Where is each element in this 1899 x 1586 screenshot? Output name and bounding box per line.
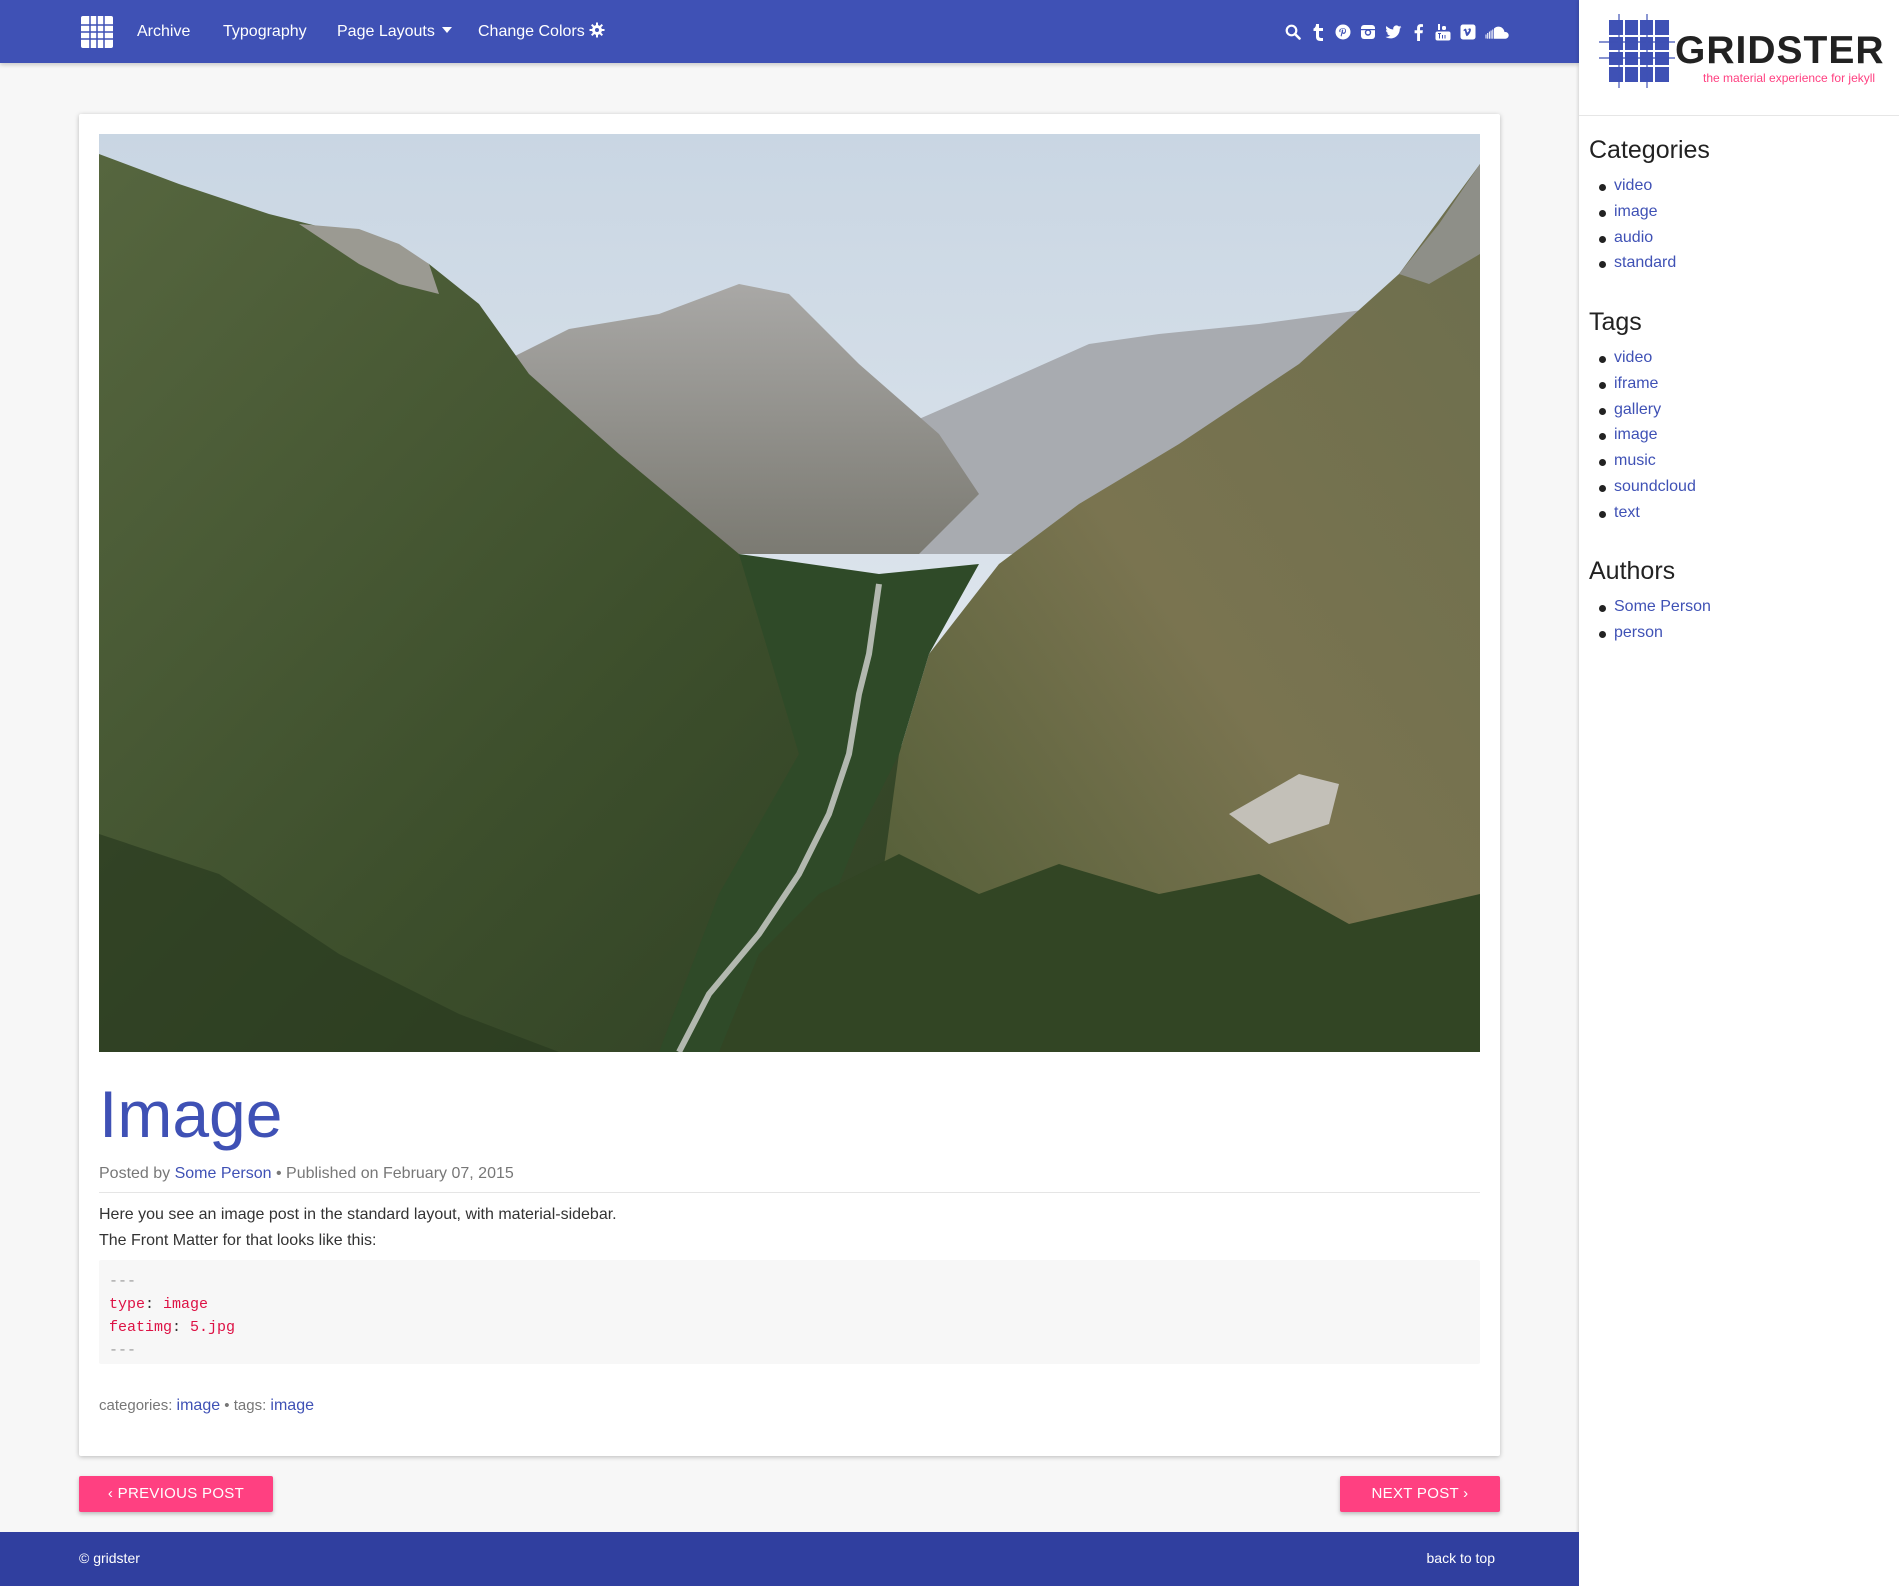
post-tag-link[interactable]: image xyxy=(270,1397,314,1414)
body-paragraph: The Front Matter for that looks like thi… xyxy=(99,1232,377,1249)
list-item: standard xyxy=(1599,250,1710,276)
gridster-logo-icon xyxy=(1599,14,1675,88)
grid-logo-icon[interactable] xyxy=(79,14,115,50)
brand-tagline: the material experience for jekyll xyxy=(1703,71,1876,85)
meta-divider xyxy=(99,1192,1480,1193)
featured-image xyxy=(99,134,1480,1052)
categories-list: video image audio standard xyxy=(1589,173,1710,276)
caret-down-icon xyxy=(441,27,452,33)
authors-heading: Authors xyxy=(1589,557,1676,585)
nav-archive-link[interactable]: Archive xyxy=(137,22,190,42)
gear-icon xyxy=(589,22,605,38)
youtube-icon[interactable] xyxy=(1434,23,1452,41)
code-value: image xyxy=(163,1296,209,1313)
tag-link-gallery[interactable]: gallery xyxy=(1614,401,1661,418)
page-footer: © gridster back to top xyxy=(0,1532,1579,1586)
list-item: audio xyxy=(1599,225,1710,251)
category-link-image[interactable]: image xyxy=(1614,203,1658,220)
nav-page-layouts-dropdown[interactable]: Page Layouts xyxy=(337,22,452,42)
tag-link-video[interactable]: video xyxy=(1614,349,1652,366)
list-item: Some Person xyxy=(1599,594,1711,620)
brand-logo[interactable]: GRIDSTER the material experience for jek… xyxy=(1599,14,1884,88)
post-title: Image xyxy=(99,1077,283,1151)
categories-heading: Categories xyxy=(1589,136,1710,164)
post-category-link[interactable]: image xyxy=(177,1397,221,1414)
tags-heading: Tags xyxy=(1589,308,1642,336)
list-item: gallery xyxy=(1599,397,1696,423)
previous-post-button[interactable]: ‹ PREVIOUS POST xyxy=(79,1476,273,1512)
next-post-button[interactable]: NEXT POST › xyxy=(1340,1476,1500,1512)
facebook-icon[interactable] xyxy=(1409,23,1427,41)
tags-section: Tags video iframe gallery image music so… xyxy=(1589,307,1696,526)
list-item: video xyxy=(1599,173,1710,199)
nav-change-colors-label: Change Colors xyxy=(478,23,585,40)
tags-label: • tags: xyxy=(224,1397,267,1414)
nav-change-colors-link[interactable]: Change Colors xyxy=(478,22,605,42)
category-link-standard[interactable]: standard xyxy=(1614,254,1676,271)
post-meta: Posted by Some Person • Published on Feb… xyxy=(99,1165,514,1183)
code-line: --- xyxy=(109,1342,137,1359)
tag-link-iframe[interactable]: iframe xyxy=(1614,375,1658,392)
right-sidebar: GRIDSTER the material experience for jek… xyxy=(1579,0,1899,1586)
tumblr-icon[interactable] xyxy=(1309,23,1327,41)
search-icon[interactable] xyxy=(1284,23,1302,41)
author-link[interactable]: Some Person xyxy=(175,1165,272,1182)
tag-link-text[interactable]: text xyxy=(1614,504,1640,521)
instagram-icon[interactable] xyxy=(1359,23,1377,41)
author-link-some-person[interactable]: Some Person xyxy=(1614,598,1711,615)
tag-link-soundcloud[interactable]: soundcloud xyxy=(1614,478,1696,495)
categories-label: categories: xyxy=(99,1397,173,1414)
tags-list: video iframe gallery image music soundcl… xyxy=(1589,345,1696,526)
list-item: soundcloud xyxy=(1599,474,1696,500)
author-link-person[interactable]: person xyxy=(1614,624,1663,641)
back-to-top-link[interactable]: back to top xyxy=(1427,1550,1496,1566)
tag-link-music[interactable]: music xyxy=(1614,452,1656,469)
published-date: • Published on February 07, 2015 xyxy=(276,1165,514,1182)
list-item: iframe xyxy=(1599,371,1696,397)
code-key: type xyxy=(109,1296,146,1313)
list-item: image xyxy=(1599,199,1710,225)
code-key: featimg xyxy=(109,1319,173,1336)
copyright-text: © gridster xyxy=(79,1550,140,1566)
sidebar-divider xyxy=(1579,115,1899,116)
post-card: Image Posted by Some Person • Published … xyxy=(79,114,1500,1456)
nav-page-layouts-label: Page Layouts xyxy=(337,23,435,40)
soundcloud-icon[interactable] xyxy=(1484,23,1510,41)
top-navbar: Archive Typography Page Layouts Change C… xyxy=(0,0,1579,63)
body-paragraph: Here you see an image post in the standa… xyxy=(99,1206,617,1223)
list-item: text xyxy=(1599,500,1696,526)
vimeo-icon[interactable] xyxy=(1459,23,1477,41)
code-line: --- xyxy=(109,1273,137,1290)
social-links xyxy=(1284,21,1510,43)
posted-by-label: Posted by xyxy=(99,1165,171,1182)
twitter-icon[interactable] xyxy=(1384,23,1402,41)
authors-list: Some Person person xyxy=(1589,594,1711,646)
pinterest-icon[interactable] xyxy=(1334,23,1352,41)
list-item: video xyxy=(1599,345,1696,371)
authors-section: Authors Some Person person xyxy=(1589,556,1711,646)
post-body: Here you see an image post in the standa… xyxy=(99,1202,617,1254)
code-block: --- type: image featimg: 5.jpg --- xyxy=(99,1260,1480,1364)
post-taxonomy: categories: image • tags: image xyxy=(99,1397,314,1415)
brand-name: GRIDSTER xyxy=(1675,29,1885,72)
category-link-video[interactable]: video xyxy=(1614,177,1652,194)
code-value: 5.jpg xyxy=(190,1319,236,1336)
category-link-audio[interactable]: audio xyxy=(1614,229,1653,246)
list-item: image xyxy=(1599,422,1696,448)
list-item: person xyxy=(1599,620,1711,646)
list-item: music xyxy=(1599,448,1696,474)
categories-section: Categories video image audio standard xyxy=(1589,135,1710,276)
tag-link-image[interactable]: image xyxy=(1614,426,1658,443)
nav-typography-link[interactable]: Typography xyxy=(223,22,307,42)
